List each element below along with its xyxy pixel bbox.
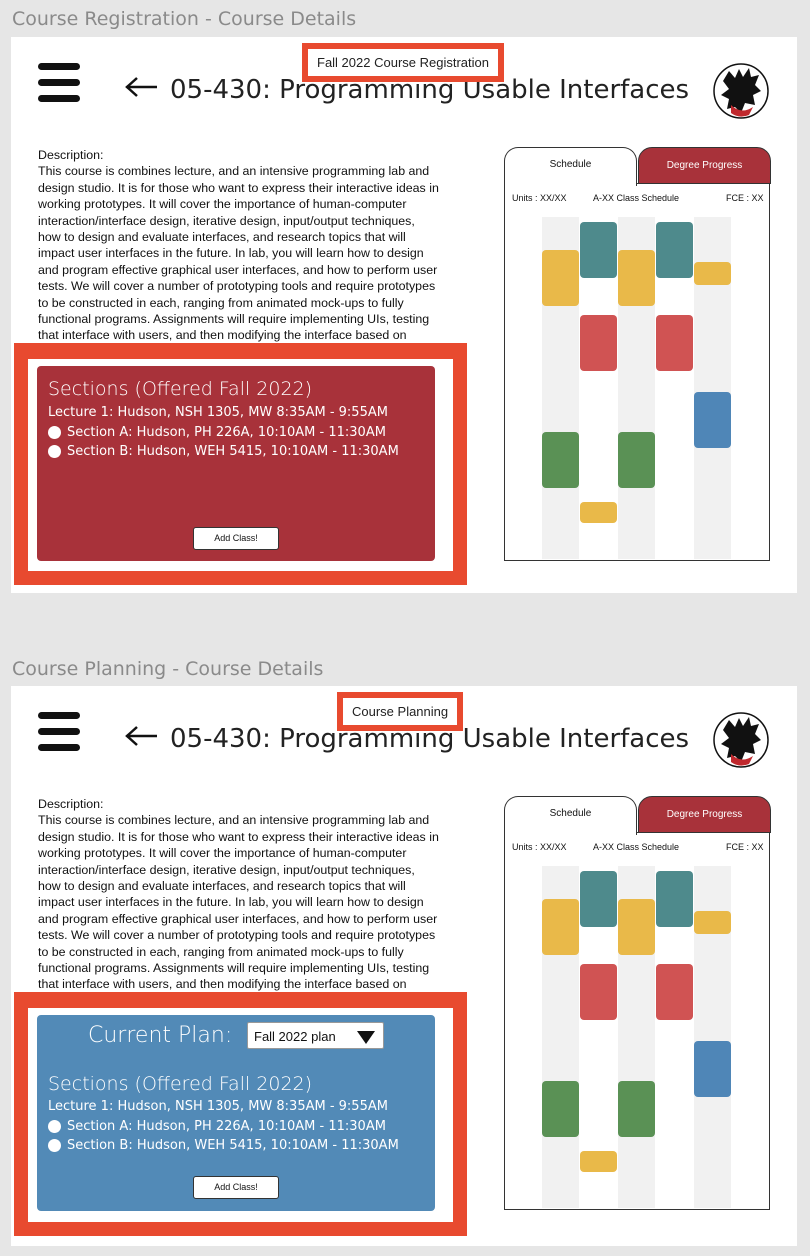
sections-highlight: Sections (Offered Fall 2022) Lecture 1: … [14,343,467,585]
add-class-button[interactable]: Add Class! [193,527,279,550]
section-a-radio[interactable] [48,426,61,439]
class-block[interactable] [580,1151,617,1172]
sections-title: Sections (Offered Fall 2022) [48,1073,313,1095]
hamburger-menu-icon[interactable] [38,712,80,752]
class-block[interactable] [580,871,617,927]
class-block[interactable] [618,432,655,488]
class-block[interactable] [656,964,693,1020]
planning-frame: 05-430: Programming Usable Interfaces Co… [11,686,797,1246]
class-block[interactable] [542,899,579,955]
dropdown-triangle-icon[interactable] [357,1031,375,1044]
section-a-label: Section A: Hudson, PH 226A, 10:10AM - 11… [67,1119,386,1134]
class-block[interactable] [542,1081,579,1137]
sections-title: Sections (Offered Fall 2022) [48,378,313,400]
section-a-radio[interactable] [48,1120,61,1133]
course-description: Description: This course is combines lec… [38,796,440,992]
class-block[interactable] [618,250,655,306]
tab-schedule[interactable]: Schedule [504,796,637,835]
class-schedule-label: A-XX Class Schedule [593,193,680,203]
section-a-label: Section A: Hudson, PH 226A, 10:10AM - 11… [67,425,386,440]
class-block[interactable] [542,432,579,488]
class-block[interactable] [694,911,731,934]
class-block[interactable] [694,262,731,285]
back-arrow-icon[interactable] [125,726,159,746]
description-label: Description: [38,148,104,162]
tab-degree-progress[interactable]: Degree Progress [638,796,771,833]
current-plan-label: Current Plan: [88,1023,233,1048]
section-b-radio[interactable] [48,445,61,458]
description-text: This course is combines lecture, and an … [38,813,439,992]
plan-dropdown-value: Fall 2022 plan [254,1029,336,1044]
class-block[interactable] [618,1081,655,1137]
section-b-radio[interactable] [48,1139,61,1152]
class-block[interactable] [618,899,655,955]
lecture-info: Lecture 1: Hudson, NSH 1305, MW 8:35AM -… [48,1099,388,1114]
section-b-label: Section B: Hudson, WEH 5415, 10:10AM - 1… [67,1138,399,1153]
section-b-option[interactable]: Section B: Hudson, WEH 5415, 10:10AM - 1… [48,1138,399,1153]
class-block[interactable] [580,502,617,523]
avatar[interactable] [713,712,769,768]
class-block[interactable] [656,871,693,927]
section-a-option[interactable]: Section A: Hudson, PH 226A, 10:10AM - 11… [48,425,386,440]
avatar[interactable] [713,63,769,119]
units-label: Units : XX/XX [512,193,567,203]
sections-panel: Sections (Offered Fall 2022) Lecture 1: … [37,366,435,561]
section-a-option[interactable]: Section A: Hudson, PH 226A, 10:10AM - 11… [48,1119,386,1134]
class-block[interactable] [656,315,693,371]
class-block[interactable] [656,222,693,278]
class-block[interactable] [694,1041,731,1097]
back-arrow-icon[interactable] [125,77,159,97]
section-b-option[interactable]: Section B: Hudson, WEH 5415, 10:10AM - 1… [48,444,399,459]
class-block[interactable] [542,250,579,306]
units-label: Units : XX/XX [512,842,567,852]
planning-callout: Course Planning [337,692,464,731]
tab-schedule[interactable]: Schedule [504,147,637,186]
registration-callout: Fall 2022 Course Registration [302,43,504,82]
lecture-info: Lecture 1: Hudson, NSH 1305, MW 8:35AM -… [48,405,388,420]
class-block[interactable] [694,392,731,448]
hamburger-menu-icon[interactable] [38,63,80,103]
schedule-widget: Schedule Degree Progress Units : XX/XX A… [504,147,771,561]
planning-frame-title: Course Planning - Course Details [12,658,324,680]
plan-sections-panel: Current Plan: Fall 2022 plan Sections (O… [37,1015,435,1211]
class-block[interactable] [580,964,617,1020]
fce-label: FCE : XX [726,193,764,203]
tab-degree-progress[interactable]: Degree Progress [638,147,771,184]
registration-frame: 05-430: Programming Usable Interfaces Fa… [11,37,797,593]
class-schedule-label: A-XX Class Schedule [593,842,680,852]
sections-highlight: Current Plan: Fall 2022 plan Sections (O… [14,992,467,1236]
course-description: Description: This course is combines lec… [38,147,440,343]
plan-dropdown[interactable]: Fall 2022 plan [247,1022,384,1049]
class-block[interactable] [580,315,617,371]
section-b-label: Section B: Hudson, WEH 5415, 10:10AM - 1… [67,444,399,459]
registration-frame-title: Course Registration - Course Details [12,8,357,30]
description-text: This course is combines lecture, and an … [38,164,439,343]
class-block[interactable] [580,222,617,278]
fce-label: FCE : XX [726,842,764,852]
add-class-button[interactable]: Add Class! [193,1176,279,1199]
schedule-widget: Schedule Degree Progress Units : XX/XX A… [504,796,771,1210]
description-label: Description: [38,797,104,811]
